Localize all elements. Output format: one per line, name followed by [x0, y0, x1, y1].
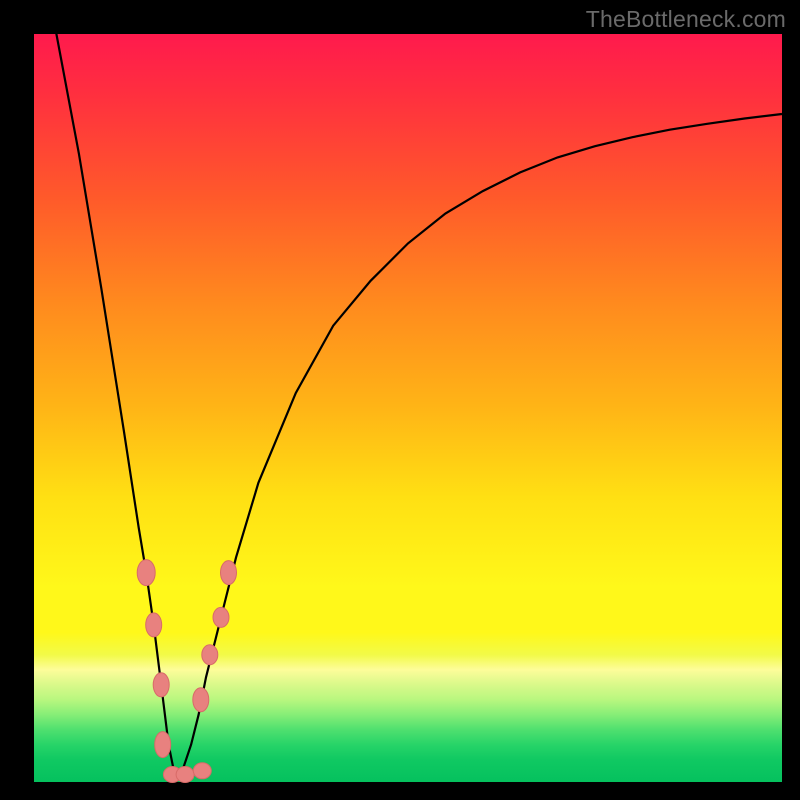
curve-marker [153, 673, 169, 697]
curve-marker [221, 561, 237, 585]
chart-svg [34, 34, 782, 782]
curve-marker [213, 607, 229, 627]
curve-marker [146, 613, 162, 637]
curve-marker [193, 763, 211, 779]
curve-marker [137, 560, 155, 586]
curve-marker [202, 645, 218, 665]
chart-frame: TheBottleneck.com [0, 0, 800, 800]
watermark-text: TheBottleneck.com [586, 6, 786, 33]
bottleneck-curve [34, 0, 782, 782]
curve-marker [176, 767, 194, 783]
curve-marker [155, 732, 171, 758]
curve-markers [137, 560, 236, 783]
curve-marker [193, 688, 209, 712]
